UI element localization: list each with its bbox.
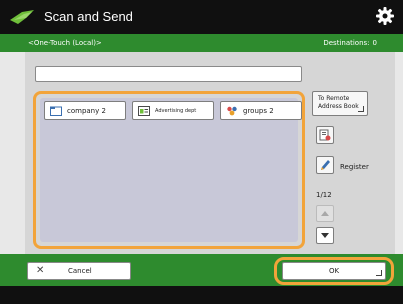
mode-header: <One-Touch (Local)> Destinations: 0: [0, 34, 403, 52]
page-indicator: 1/12: [316, 191, 332, 199]
register-label: Register: [340, 163, 369, 171]
destination-list: company 2 Advertising dept groups 2: [33, 91, 305, 249]
expand-corner-icon: [376, 270, 382, 276]
folder-icon: [50, 106, 62, 116]
ok-label: OK: [328, 267, 340, 275]
details-icon: [319, 129, 331, 141]
group-icon: [227, 106, 237, 116]
chevron-up-icon: [321, 211, 329, 216]
chevron-down-icon: [321, 233, 329, 238]
scroll-down-button[interactable]: [316, 227, 334, 244]
cancel-label: Cancel: [68, 267, 92, 275]
destination-button-advertising-dept[interactable]: Advertising dept: [132, 101, 214, 120]
gear-icon[interactable]: [375, 6, 395, 26]
destinations-label: Destinations:: [323, 39, 370, 47]
destination-label: groups 2: [243, 107, 274, 115]
app-title: Scan and Send: [44, 9, 133, 24]
mode-label: <One-Touch (Local)>: [28, 39, 102, 47]
address-input[interactable]: [35, 66, 302, 82]
register-pen-icon: [321, 160, 330, 170]
expand-corner-icon: [358, 106, 364, 112]
scan-send-app-icon: [10, 10, 34, 24]
details-button[interactable]: [316, 126, 334, 144]
destination-list-area: company 2 Advertising dept groups 2: [40, 98, 302, 242]
destinations-counter: Destinations: 0: [323, 37, 377, 49]
title-bar: Scan and Send: [0, 0, 403, 34]
to-remote-address-book-button[interactable]: To Remote Address Book: [312, 91, 368, 116]
register-button[interactable]: [316, 156, 334, 174]
destinations-count: 0: [372, 39, 377, 47]
destination-label: Advertising dept: [155, 108, 197, 114]
address-card-icon: [138, 106, 150, 116]
scroll-up-button[interactable]: [316, 205, 334, 222]
ok-button[interactable]: OK: [282, 262, 386, 280]
destination-label: company 2: [67, 107, 106, 115]
scan-and-send-screen: Scan and Send <One-Touch (Local)> Destin…: [0, 0, 403, 304]
cancel-button[interactable]: ✕ Cancel: [27, 262, 131, 280]
close-icon: ✕: [36, 265, 45, 276]
destination-button-groups-2[interactable]: groups 2: [220, 101, 302, 120]
destination-button-company-2[interactable]: company 2: [44, 101, 126, 120]
footer-strip: [0, 286, 403, 304]
